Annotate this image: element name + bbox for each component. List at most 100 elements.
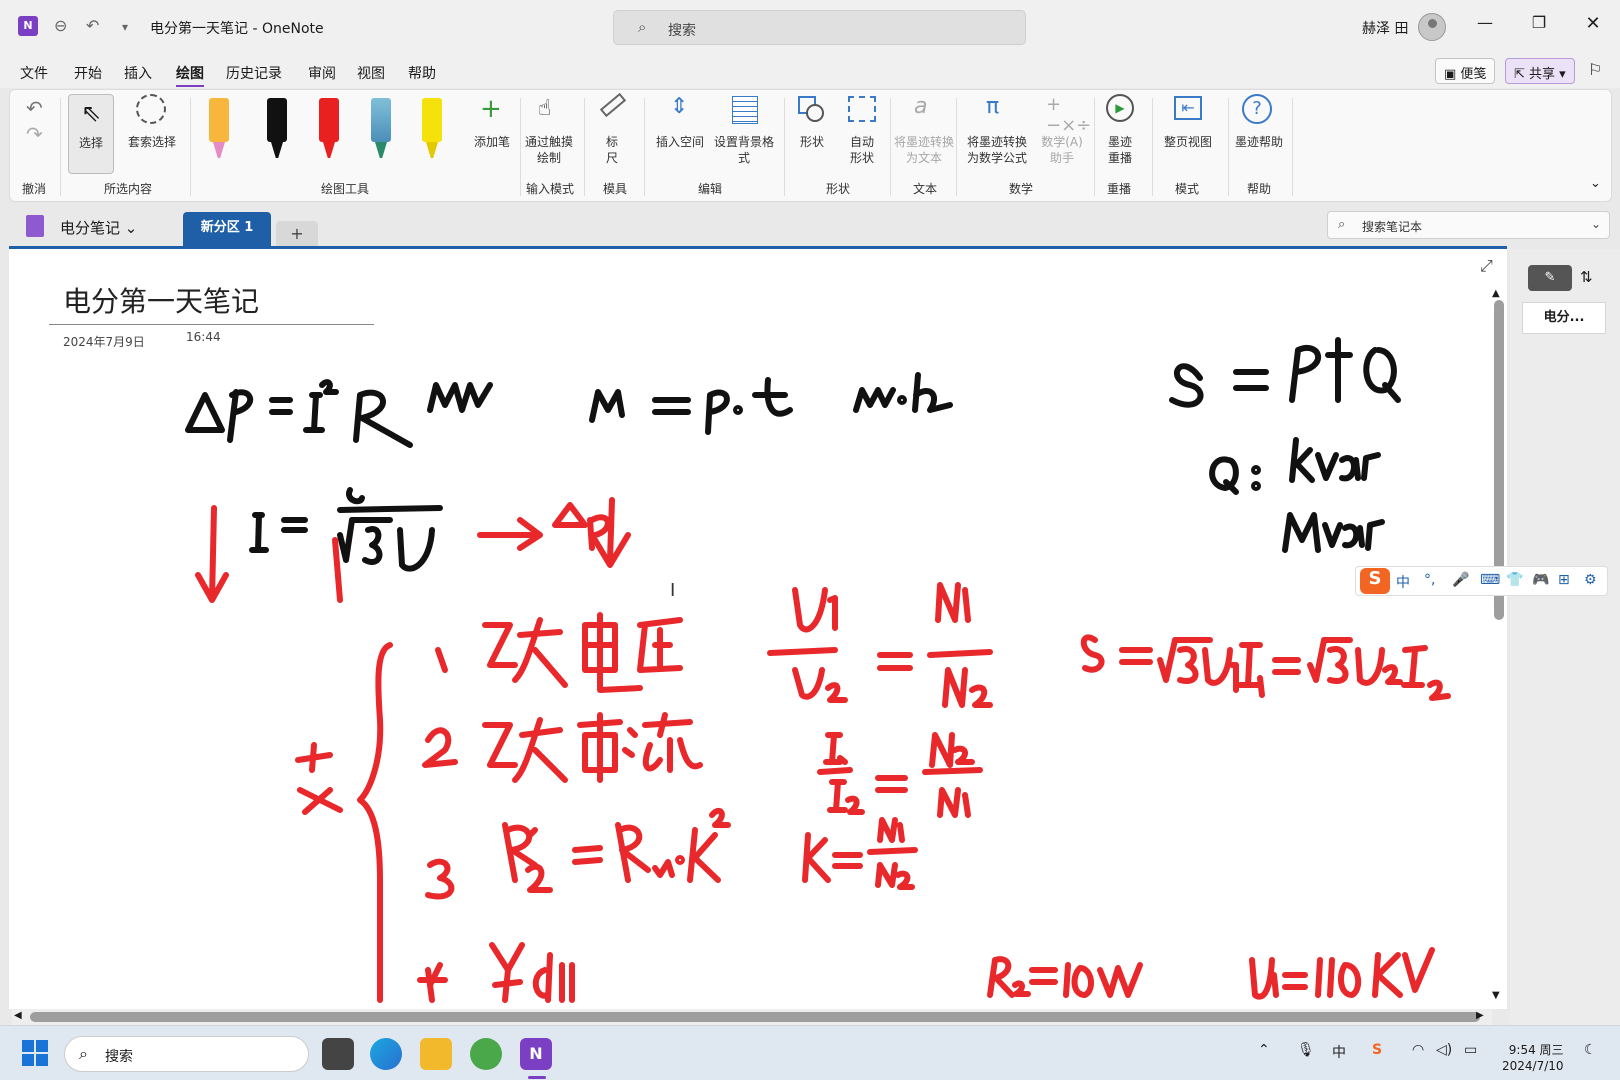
expand-icon[interactable]: ⤢ [1480,256,1493,276]
tray-language[interactable]: 中 [1332,1042,1346,1062]
sogou-logo-icon[interactable]: S [1360,568,1390,594]
tray-sogou-icon[interactable]: S [1372,1042,1382,1058]
ime-punct-icon[interactable]: °, [1424,572,1435,588]
toolbox-icon[interactable]: ⊞ [1558,572,1570,588]
user-name[interactable]: 赫泽 田 [1362,18,1408,38]
menu-review[interactable]: 审阅 [308,63,336,83]
tray-overflow-chevron-icon[interactable]: ⌃ [1258,1042,1270,1058]
ink-to-math-button[interactable]: π 将墨迹转换为数学公式 [962,94,1032,178]
task-view-icon[interactable] [322,1038,354,1070]
start-tile [22,1040,34,1052]
pen-galaxy[interactable] [369,98,393,158]
share-label: 共享 [1529,67,1556,82]
auto-shape-button[interactable]: 自动形状 [842,94,882,178]
separator [644,98,645,196]
keyboard-icon[interactable]: ⌨ [1480,572,1500,588]
menu-history[interactable]: 历史记录 [226,63,282,83]
full-page-view-button[interactable]: ⇤ 整页视图 [1158,94,1218,178]
taskbar-search[interactable]: ⌕ 搜索 [64,1036,309,1072]
close-icon[interactable]: ✕ [1578,13,1608,34]
add-pen-button[interactable]: + 添加笔 [474,94,510,178]
onenote-taskbar-icon[interactable]: N [520,1038,552,1070]
separator [1152,98,1153,196]
pen-yellow-highlighter[interactable] [420,98,444,158]
lasso-select-button[interactable]: 套索选择 [122,94,182,174]
ribbon-redo-icon[interactable]: ↷ [26,122,43,146]
page-list-pane [1510,249,1620,1029]
customize-qat-icon[interactable]: ▾ [122,20,128,34]
microphone-icon[interactable]: 🎤 [1452,572,1469,588]
pi-icon: π [986,94,1000,119]
notification-moon-icon[interactable]: ☾ [1584,1042,1597,1058]
avatar[interactable] [1418,13,1446,41]
ime-lang-toggle[interactable]: 中 [1396,572,1410,592]
add-section-button[interactable]: + [276,221,318,247]
menu-draw[interactable]: 绘图 [176,63,204,87]
select-button[interactable]: ⇖ 选择 [68,94,114,174]
undo-icon[interactable]: ↶ [86,16,99,35]
sort-icon[interactable]: ⇅ [1580,268,1593,286]
restore-icon[interactable]: ❐ [1524,13,1554,32]
background-format-button[interactable]: 设置背景格式 [714,94,774,178]
edge-icon[interactable] [370,1038,402,1070]
new-page-icon: ✎ [1544,270,1556,285]
window-app-name: OneNote [261,21,324,37]
feedback-icon[interactable]: ⚐ [1588,60,1602,79]
windows-start-icon[interactable] [22,1040,48,1066]
ribbon-undo-icon[interactable]: ↶ [26,96,43,120]
scroll-down-icon[interactable]: ▼ [1492,990,1500,1001]
insert-space-button[interactable]: ⇕ 插入空间 [650,94,710,178]
separator [1094,98,1095,196]
page-canvas[interactable] [9,249,1507,1009]
game-icon[interactable]: 🎮 [1532,572,1549,588]
ruler-button[interactable]: 标尺 [594,92,634,178]
separator [520,98,521,196]
scroll-right-icon[interactable]: ▶ [1476,1010,1484,1021]
menu-insert[interactable]: 插入 [124,63,152,83]
touch-draw-button[interactable]: ☝ 通过触摸绘制 [524,94,574,178]
page-list-item[interactable]: 电分... [1522,302,1606,334]
sticky-notes-label: 便笺 [1460,67,1487,82]
tab-section-1[interactable]: 新分区 1 [183,212,271,247]
menu-file[interactable]: 文件 [20,63,48,83]
pen-pink-highlighter[interactable] [207,98,231,158]
add-page-button[interactable]: ✎ [1528,265,1572,291]
taskbar-clock[interactable]: 9:54 周三 2024/7/10 [1502,1042,1564,1074]
share-button[interactable]: ⇱ 共享 ▾ [1505,58,1575,84]
ink-replay-button[interactable]: ▶ 墨迹重播 [1100,94,1140,178]
skin-icon[interactable]: 👕 [1506,572,1523,588]
ink-help-button[interactable]: ? 墨迹帮助 [1234,94,1284,178]
search-placeholder: 搜索 [668,23,696,39]
sticky-notes-icon: ▣ [1444,67,1461,82]
sticky-notes-button[interactable]: ▣ 便笺 [1435,58,1496,84]
file-explorer-icon[interactable] [420,1038,452,1070]
ink-text-icon: a [914,94,928,119]
tray-microphone-icon[interactable]: 🎙 [1297,1042,1315,1058]
ribbon-collapse-chevron-icon[interactable]: ⌄ [1590,176,1601,191]
minimize-icon[interactable]: — [1470,13,1500,32]
back-icon[interactable]: ⊖ [54,16,67,35]
menu-view[interactable]: 视图 [357,63,385,83]
menu-home[interactable]: 开始 [74,63,102,83]
group-input-mode-label: 输入模式 [525,182,574,196]
pen-red[interactable] [317,98,341,158]
menu-help[interactable]: 帮助 [408,63,436,83]
ime-settings-icon[interactable]: ⚙ [1584,572,1597,588]
scroll-left-icon[interactable]: ◀ [14,1010,22,1021]
notebook-selector[interactable]: 电分笔记 ⌄ [60,217,137,238]
horizontal-scroll-thumb[interactable] [30,1012,1480,1022]
shapes-button[interactable]: 形状 [792,94,832,178]
chevron-down-icon[interactable]: ⌄ [1591,217,1601,231]
volume-icon[interactable]: ◁) [1436,1042,1452,1058]
browser-icon[interactable] [470,1038,502,1070]
auto-shape-icon [848,96,876,122]
pen-black[interactable] [265,98,289,158]
search-icon: ⌕ [79,1044,88,1063]
wifi-icon[interactable]: ◠ [1412,1042,1424,1058]
battery-icon[interactable]: ▭ [1464,1042,1477,1058]
scroll-up-icon[interactable]: ▲ [1492,288,1500,299]
page-title[interactable]: 电分第一天笔记 [63,280,259,320]
notebook-search-input[interactable]: ⌕ 搜索笔记本 ⌄ [1327,211,1610,239]
separator [890,98,891,196]
search-box[interactable]: ⌕ 搜索 [613,10,1026,45]
